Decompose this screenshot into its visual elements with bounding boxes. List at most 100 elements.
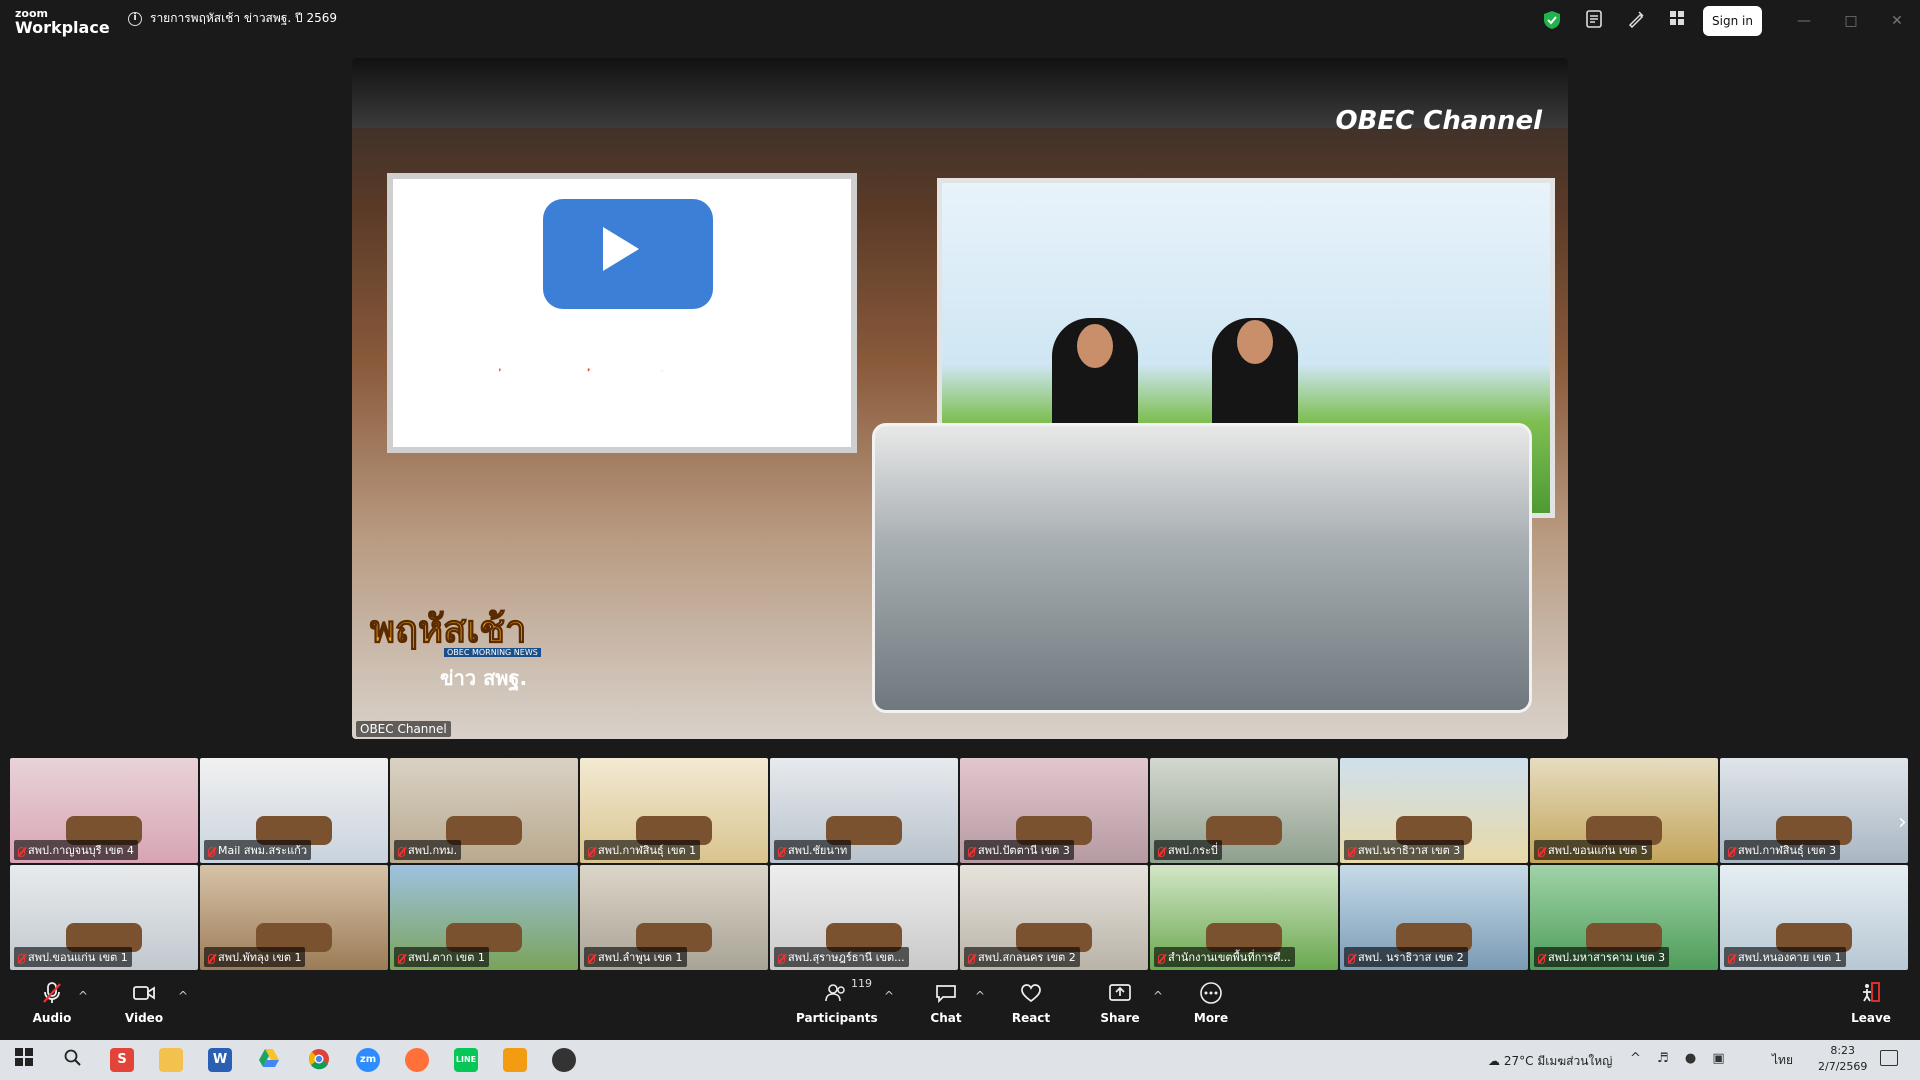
screen-recorder-icon[interactable]	[552, 1048, 576, 1072]
close-icon[interactable]: ✕	[1886, 10, 1908, 32]
clock-time: 8:23	[1830, 1044, 1856, 1057]
network-icon[interactable]: ▣	[1712, 1051, 1730, 1066]
participant-tile[interactable]: สพป.สุราษฎร์ธานี เขต...	[770, 865, 958, 970]
notifications-icon[interactable]	[1880, 1050, 1898, 1066]
image-viewer-icon[interactable]	[503, 1048, 527, 1072]
clock-date: 2/7/2569	[1818, 1060, 1868, 1073]
search-icon[interactable]	[60, 1048, 84, 1072]
info-icon[interactable]: i	[128, 11, 142, 26]
firefox-icon[interactable]	[405, 1048, 429, 1072]
participant-name: สพป.หนองคาย เขต 1	[1724, 947, 1846, 967]
mic-muted-icon	[778, 847, 785, 857]
chrome-icon[interactable]	[307, 1048, 331, 1072]
mic-muted-icon	[1538, 847, 1545, 857]
notes-icon[interactable]	[1583, 10, 1605, 32]
google-drive-icon[interactable]	[257, 1048, 281, 1072]
more-icon	[1171, 981, 1251, 1011]
participant-tile[interactable]: สพป.กทม.	[390, 758, 578, 863]
chevron-up-icon[interactable]: ^	[1630, 1051, 1647, 1066]
participant-tile[interactable]: สพป.ตาก เขต 1	[390, 865, 578, 970]
zoom-workplace-logo: zoom Workplace	[15, 8, 110, 36]
leave-icon	[1831, 981, 1911, 1011]
microphone-icon[interactable]: ●	[1685, 1051, 1702, 1066]
participant-tile[interactable]: สพป.กระบี่	[1150, 758, 1338, 863]
participant-tile[interactable]: สพป.ปัตตานี เขต 3	[960, 758, 1148, 863]
audio-button[interactable]: Audio	[12, 981, 92, 1025]
minimize-icon[interactable]: —	[1793, 10, 1815, 32]
participant-name: สพป.นราธิวาส เขต 3	[1344, 840, 1465, 860]
chat-options-caret[interactable]: ^	[975, 989, 985, 1003]
participant-tile[interactable]: สพป.มหาสารคาม เขต 3	[1530, 865, 1718, 970]
shield-check-icon[interactable]	[1541, 10, 1563, 32]
cloud-icon: ☁	[1488, 1054, 1500, 1068]
participant-tile[interactable]: สำนักงานเขตพื้นที่การศึ...	[1150, 865, 1338, 970]
participant-tile[interactable]: สพป.ลำพูน เขต 1	[580, 865, 768, 970]
whiteboard-icon[interactable]	[1625, 10, 1647, 32]
mic-muted-icon	[208, 847, 215, 857]
meeting-toolbar: Audio ^ Video ^ Participants 119 ^ Chat …	[0, 975, 1920, 1039]
participant-tile[interactable]: สพป.ขอนแก่น เขต 1	[10, 865, 198, 970]
file-explorer-icon[interactable]	[159, 1048, 183, 1072]
share-screen-icon	[1080, 981, 1160, 1011]
participant-tile[interactable]: สพป.พัทลุง เขต 1	[200, 865, 388, 970]
participant-tile[interactable]: Mail สพม.สระแก้ว	[200, 758, 388, 863]
weather-text: มีเมฆส่วนใหญ่	[1537, 1054, 1613, 1068]
participants-options-caret[interactable]: ^	[884, 989, 894, 1003]
participant-name: สพป.กาญจนบุรี เขต 4	[14, 840, 138, 860]
logo-line-2: Workplace	[15, 18, 110, 37]
obec-channel-watermark: OBEC Channel	[1335, 106, 1542, 136]
windows-start-icon[interactable]	[12, 1048, 36, 1072]
video-options-caret[interactable]: ^	[178, 989, 188, 1003]
zoom-icon[interactable]: zm	[356, 1048, 380, 1072]
temperature: 27°C	[1503, 1054, 1534, 1068]
participant-tile[interactable]: สพป.กาญจนบุรี เขต 4	[10, 758, 198, 863]
participant-tile[interactable]: สพป.ชัยนาท	[770, 758, 958, 863]
share-button[interactable]: Share	[1080, 981, 1160, 1025]
leave-button[interactable]: Leave	[1831, 981, 1911, 1025]
meeting-info[interactable]: i รายการพฤหัสเช้า ข่าวสพฐ. ปี 2569	[128, 9, 337, 28]
more-button[interactable]: More	[1171, 981, 1251, 1025]
participant-tile[interactable]: สพป.กาฬสินธุ์ เขต 3	[1720, 758, 1908, 863]
react-button[interactable]: React	[991, 981, 1071, 1025]
anchor-right-head	[1237, 320, 1273, 364]
studio-left-screen: คอนเทนต์ดีๆ มีบอกต่อ	[387, 173, 857, 453]
s-app-icon[interactable]: S	[110, 1048, 134, 1072]
participant-tile[interactable]: สพป.กาฬสินธุ์ เขต 1	[580, 758, 768, 863]
system-clock[interactable]: 8:23 2/7/2569	[1818, 1043, 1867, 1075]
show-logo-sub: ข่าว สพฐ.	[440, 666, 528, 690]
participant-name: สพป.ตาก เขต 1	[394, 947, 489, 967]
maximize-icon[interactable]: □	[1840, 10, 1862, 32]
video-button[interactable]: Video	[104, 981, 184, 1025]
share-options-caret[interactable]: ^	[1153, 989, 1163, 1003]
participant-name: สพป. นราธิวาส เขต 2	[1344, 947, 1468, 967]
participant-tile[interactable]: สพป.สกลนคร เขต 2	[960, 865, 1148, 970]
mic-muted-icon	[398, 847, 405, 857]
speaker-icon[interactable]: ♬	[1657, 1051, 1675, 1066]
participant-name: สพป.สุราษฎร์ธานี เขต...	[774, 947, 909, 967]
participant-tile[interactable]: สพป.นราธิวาส เขต 3	[1340, 758, 1528, 863]
audio-options-caret[interactable]: ^	[78, 989, 88, 1003]
participant-name: สพป.ขอนแก่น เขต 1	[14, 947, 132, 967]
participant-name: สำนักงานเขตพื้นที่การศึ...	[1154, 947, 1295, 967]
main-video-stage[interactable]: คอนเทนต์ดีๆ มีบอกต่อ OBEC Channel พฤหัสเ…	[352, 58, 1568, 739]
participants-label: Participants	[796, 1011, 878, 1025]
input-language[interactable]: ไทย	[1772, 1051, 1793, 1070]
mic-muted-icon	[1538, 954, 1545, 964]
chat-button[interactable]: Chat	[906, 981, 986, 1025]
participant-tile[interactable]: สพป.ขอนแก่น เขต 5	[1530, 758, 1718, 863]
mic-muted-icon	[398, 954, 405, 964]
video-camera-icon	[104, 981, 184, 1011]
participant-tile[interactable]: สพป.หนองคาย เขต 1	[1720, 865, 1908, 970]
participant-name: สพป.กาฬสินธุ์ เขต 3	[1724, 840, 1841, 860]
apps-grid-icon[interactable]	[1666, 10, 1688, 32]
weather-widget[interactable]: ☁ 27°C มีเมฆส่วนใหญ่	[1488, 1052, 1612, 1071]
gallery-next-page-icon[interactable]: ›	[1898, 810, 1907, 835]
system-tray[interactable]: ^ ♬ ● ▣	[1630, 1051, 1731, 1066]
word-icon[interactable]: W	[208, 1048, 232, 1072]
participant-name: สพป.ชัยนาท	[774, 840, 852, 860]
line-icon[interactable]: LINE	[454, 1048, 478, 1072]
chat-icon	[906, 981, 986, 1011]
sign-in-button[interactable]: Sign in	[1703, 6, 1762, 36]
mic-muted-icon	[1348, 847, 1355, 857]
participant-tile[interactable]: สพป. นราธิวาส เขต 2	[1340, 865, 1528, 970]
